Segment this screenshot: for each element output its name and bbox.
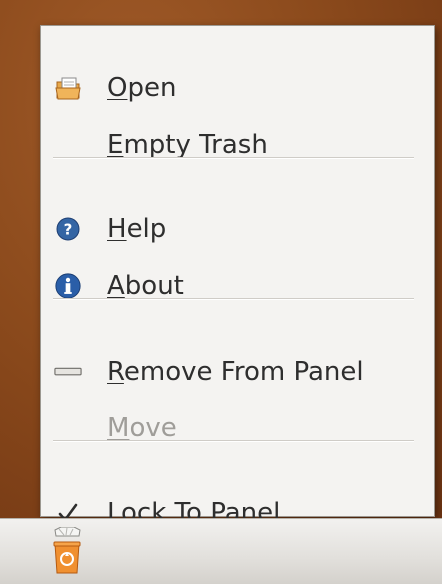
menu-item-about[interactable]: About (41, 260, 434, 312)
menu-item-empty-trash-label: Empty Trash (107, 130, 268, 160)
menu-item-help[interactable]: ? Help (41, 203, 434, 255)
folder-open-icon (54, 74, 82, 102)
menu-item-move: Move (41, 402, 434, 454)
menu-separator (53, 298, 414, 300)
menu-item-empty-trash[interactable]: Empty Trash (41, 119, 434, 171)
menu-item-open[interactable]: Open (41, 62, 434, 114)
menu-item-remove-from-panel[interactable]: Remove From Panel (41, 346, 434, 398)
menu-item-remove-from-panel-label: Remove From Panel (107, 357, 364, 387)
menu-item-open-label: Open (107, 73, 177, 103)
menu-item-about-label: About (107, 271, 184, 301)
trash-applet[interactable] (52, 526, 82, 575)
menu-item-help-label: Help (107, 214, 167, 244)
trash-context-menu: Open Empty Trash ? Help About Remove Fro… (40, 25, 435, 528)
remove-icon (54, 358, 82, 386)
menu-separator (53, 440, 414, 442)
menu-separator (53, 157, 414, 159)
help-icon: ? (54, 215, 82, 243)
trash-can-icon (52, 526, 82, 579)
about-icon (54, 272, 82, 300)
menu-item-move-label: Move (107, 413, 177, 443)
svg-text:?: ? (64, 221, 73, 239)
